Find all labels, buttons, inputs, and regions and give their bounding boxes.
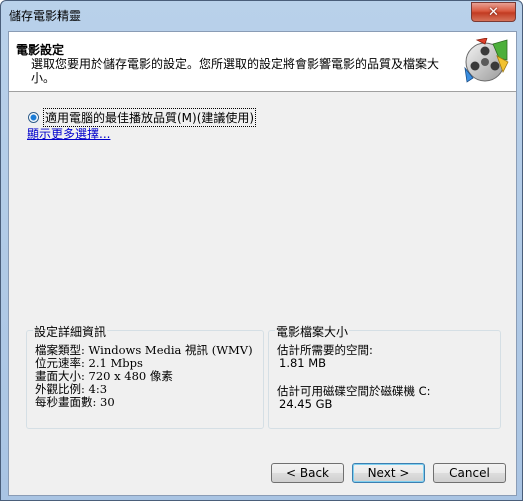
- close-icon: ✕: [488, 4, 499, 20]
- movie-file-size-legend: 電影檔案大小: [275, 323, 350, 340]
- cancel-button[interactable]: Cancel: [433, 463, 506, 483]
- show-more-choices-link[interactable]: 顯示更多選擇...: [27, 125, 110, 142]
- next-button[interactable]: Next >: [352, 463, 425, 483]
- title-bar[interactable]: 儲存電影精靈 ✕: [1, 1, 522, 27]
- settings-details-list: 檔案類型: Windows Media 視訊 (WMV) 位元速率: 2.1 M…: [35, 344, 253, 409]
- page-title: 電影設定: [16, 43, 65, 57]
- detail-frame-rate: 每秒畫面數: 30: [35, 395, 115, 409]
- back-button[interactable]: < Back: [271, 463, 344, 483]
- wizard-client-area: 電影設定 選取您要用於儲存電影的設定。您所選取的設定將會影響電影的品質及檔案大小…: [8, 31, 517, 496]
- close-button[interactable]: ✕: [471, 2, 516, 22]
- movie-file-size-group: 電影檔案大小 估計所需要的空間: 1.81 MB 估計可用磁碟空間於磁碟機 C:…: [268, 323, 501, 429]
- window-title: 儲存電影精靈: [9, 9, 82, 23]
- wizard-window: 儲存電影精靈 ✕ 電影設定 選取您要用於儲存電影的設定。您所選取的設定將會影響電…: [0, 0, 523, 501]
- file-size-info: 估計所需要的空間: 1.81 MB 估計可用磁碟空間於磁碟機 C: 24.45 …: [277, 344, 431, 411]
- available-space-value: 24.45 GB: [279, 397, 333, 411]
- page-description: 選取您要用於儲存電影的設定。您所選取的設定將會影響電影的品質及檔案大小。: [31, 57, 440, 85]
- required-space-value: 1.81 MB: [279, 356, 327, 370]
- wizard-header: 電影設定 選取您要用於儲存電影的設定。您所選取的設定將會影響電影的品質及檔案大小…: [9, 32, 516, 92]
- settings-details-group: 設定詳細資訊 檔案類型: Windows Media 視訊 (WMV) 位元速率…: [26, 323, 264, 429]
- radio-button[interactable]: [28, 112, 39, 123]
- settings-details-legend: 設定詳細資訊: [33, 323, 108, 340]
- film-reel-icon: [464, 38, 509, 83]
